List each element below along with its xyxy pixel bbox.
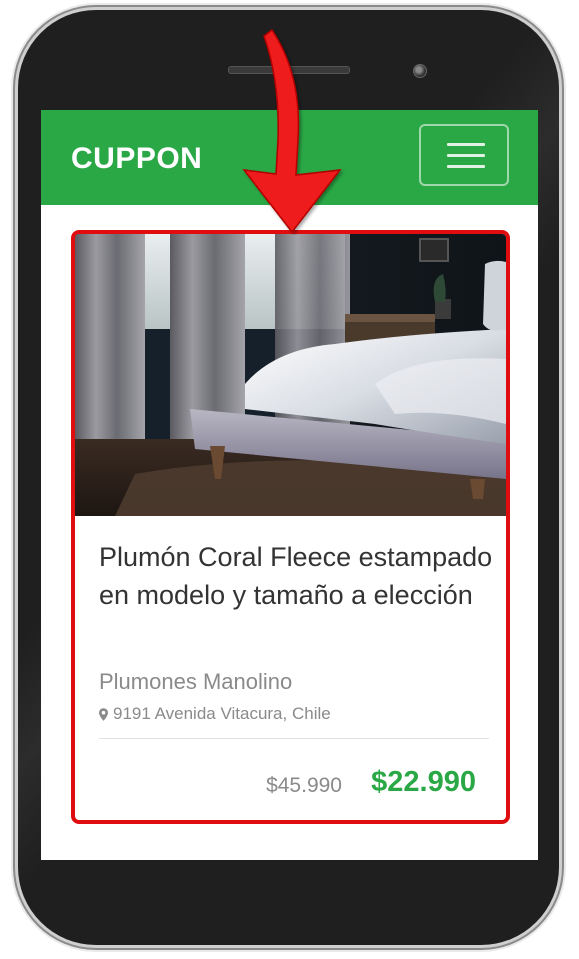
deal-title[interactable]: Plumón Coral Fleece estampado en modelo … (99, 538, 499, 614)
card-divider (99, 738, 489, 739)
hamburger-menu-button[interactable] (419, 124, 509, 186)
map-pin-icon (99, 707, 108, 721)
merchant-address-text: 9191 Avenida Vitacura, Chile (113, 704, 331, 723)
deal-card-body: Plumón Coral Fleece estampado en modelo … (75, 516, 506, 820)
deal-price: $22.990 (371, 766, 476, 798)
phone-screen: CUPPON Plumón Coral Fleece estampado en … (41, 110, 538, 860)
phone-camera (413, 64, 427, 78)
navbar: CUPPON (41, 110, 538, 205)
hamburger-menu-icon-bar (447, 165, 485, 168)
hamburger-menu-icon-bar (447, 154, 485, 157)
deal-card[interactable]: Plumón Coral Fleece estampado en modelo … (71, 230, 510, 824)
brand-logo[interactable]: CUPPON (71, 142, 202, 176)
phone-speaker (228, 66, 350, 74)
original-price: $45.990 (266, 774, 342, 797)
merchant-address: 9191 Avenida Vitacura, Chile (99, 704, 331, 724)
merchant-name: Plumones Manolino (99, 669, 293, 694)
hamburger-menu-icon (447, 143, 485, 146)
deal-image[interactable] (75, 234, 506, 516)
